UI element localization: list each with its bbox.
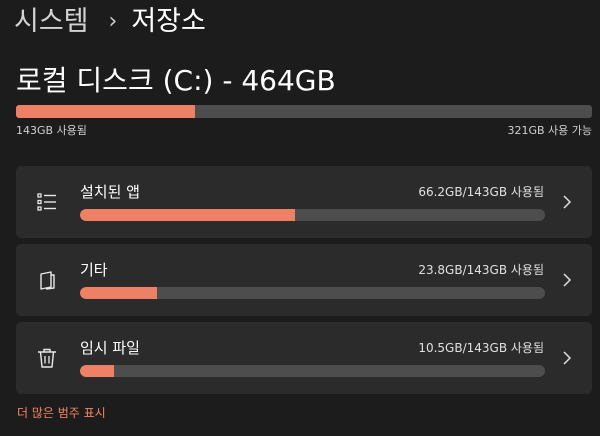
category-card-other[interactable]: 기타 23.8GB/143GB 사용됨 (16, 244, 592, 316)
category-card-temporary-files[interactable]: 임시 파일 10.5GB/143GB 사용됨 (16, 322, 592, 394)
chevron-right-icon: › (108, 9, 118, 34)
category-card-installed-apps[interactable]: 설치된 앱 66.2GB/143GB 사용됨 (16, 166, 592, 238)
category-usage-bar (80, 287, 545, 299)
category-usage-bar-fill (80, 365, 114, 377)
drive-used-label: 143GB 사용됨 (16, 124, 87, 137)
chevron-right-icon (563, 351, 572, 365)
breadcrumb: 시스템 › 저장소 (14, 4, 206, 40)
drive-usage-bar-fill (16, 105, 195, 118)
category-usage: 23.8GB/143GB 사용됨 (418, 263, 544, 277)
other-document-icon (40, 271, 55, 290)
category-label: 설치된 앱 (80, 183, 140, 201)
category-usage: 10.5GB/143GB 사용됨 (418, 341, 544, 355)
show-more-categories-link[interactable]: 더 많은 범주 표시 (17, 404, 106, 421)
chevron-right-icon (563, 195, 572, 209)
chevron-right-icon (563, 273, 572, 287)
drive-free-label: 321GB 사용 가능 (507, 124, 592, 137)
category-usage-bar-fill (80, 209, 296, 221)
breadcrumb-system-link[interactable]: 시스템 (14, 4, 89, 40)
page-title: 저장소 (131, 6, 206, 37)
trash-icon (38, 348, 56, 368)
category-usage-bar (80, 209, 545, 221)
apps-list-icon (37, 193, 56, 211)
category-usage-bar (80, 365, 545, 377)
category-usage: 66.2GB/143GB 사용됨 (418, 185, 544, 199)
category-label: 기타 (80, 261, 108, 279)
drive-title: 로컬 디스크 (C:) - 464GB (16, 64, 336, 97)
drive-usage-bar (16, 105, 592, 118)
category-label: 임시 파일 (80, 339, 140, 357)
category-usage-bar-fill (80, 287, 158, 299)
